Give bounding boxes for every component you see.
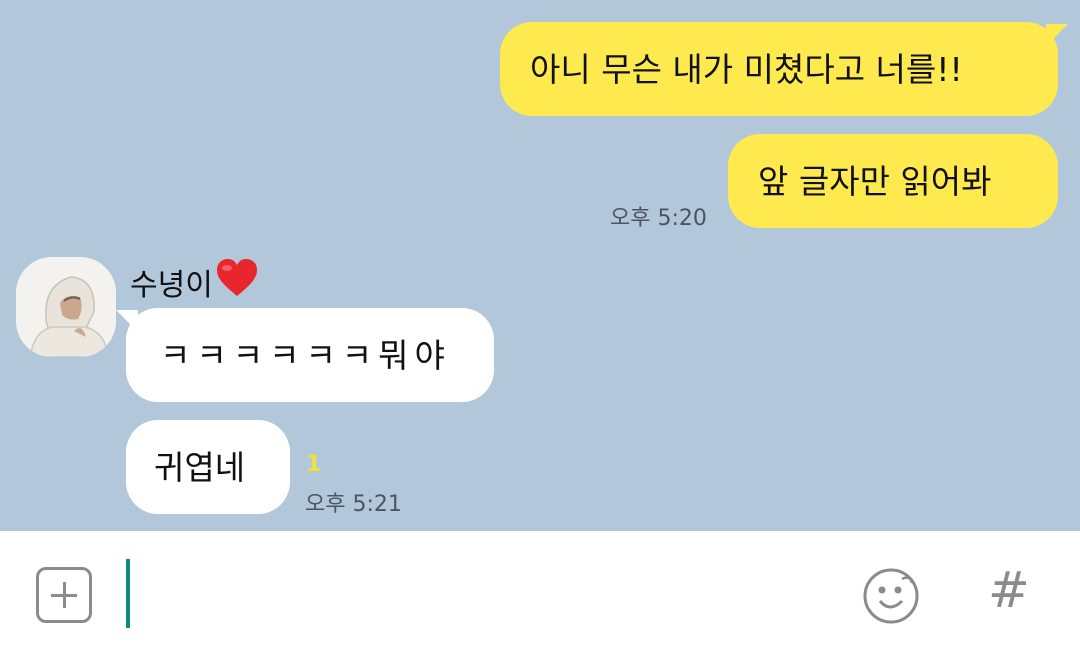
avatar[interactable] [16,257,116,357]
plus-square-icon[interactable] [36,567,92,623]
unread-count: 1 [306,452,322,477]
message-text: 아니 무슨 내가 미쳤다고 너를!! [530,49,963,89]
message-timestamp: 오후 5:21 [305,492,402,517]
smiley-icon[interactable] [862,567,920,625]
profile-photo [16,257,116,357]
message-input-bar: # [0,531,1080,657]
message-text: ㅋㅋㅋㅋㅋㅋ뭐야 [160,335,451,375]
heart-icon [215,258,259,306]
message-input[interactable] [126,558,826,628]
hash-icon[interactable]: # [988,565,1030,615]
message-bubble-sent[interactable]: 아니 무슨 내가 미쳤다고 너를!! [500,22,1068,116]
sender-name: 수녕이 [130,258,259,306]
message-timestamp: 오후 5:20 [610,206,707,231]
message-text: 앞 글자만 읽어봐 [758,161,992,201]
message-text: 귀엽네 [154,447,246,487]
message-bubble-received[interactable]: ㅋㅋㅋㅋㅋㅋ뭐야 [116,308,494,402]
message-bubble-received[interactable]: 귀엽네 [126,420,290,514]
text-cursor [126,559,130,628]
message-bubble-sent[interactable]: 앞 글자만 읽어봐 [728,134,1058,228]
chat-area: 아니 무슨 내가 미쳤다고 너를!! 앞 글자만 읽어봐 오후 5:20 수녕이… [0,0,1080,531]
